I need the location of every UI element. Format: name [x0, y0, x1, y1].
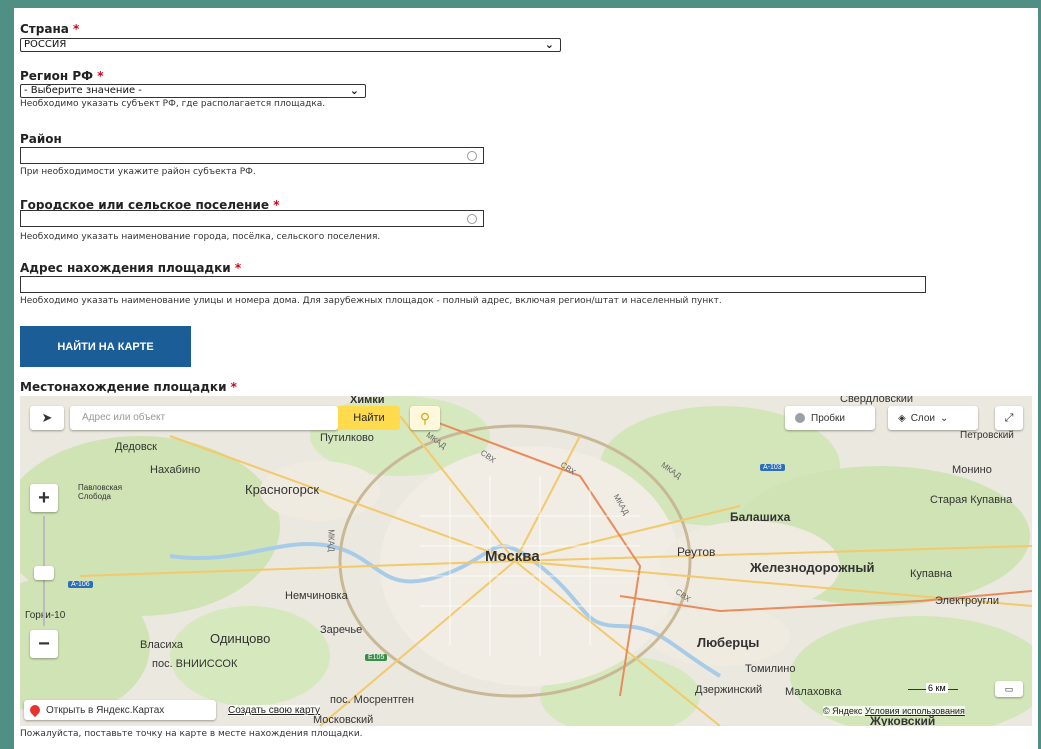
map-search-button[interactable]: Найти [338, 406, 400, 430]
map-label-putilkovo: Путилково [320, 432, 374, 444]
region-select-value: - Выберите значение - [24, 85, 142, 96]
map-label-malakhovka: Малаховка [785, 686, 842, 698]
traffic-light-icon [795, 413, 805, 423]
map-label-nakhabino: Нахабино [150, 464, 201, 476]
location-map[interactable]: Свердловский Химки Путилково Петровский … [20, 396, 1032, 726]
chevron-down-icon: ⌄ [544, 38, 554, 51]
ruler-button[interactable]: ▭ [995, 681, 1023, 697]
map-label-dedovsk: Дедовск [115, 441, 157, 453]
map-label-balashikha: Балашиха [730, 510, 791, 524]
road-shield-e105: E105 [365, 654, 388, 661]
district-hint: При необходимости укажите район субъекта… [20, 167, 256, 177]
map-label-khimki: Химки [350, 396, 385, 406]
district-label: Район [20, 132, 62, 146]
map-label-lyubertsy: Люберцы [697, 635, 760, 650]
form-panel: Страна * РОССИЯ ⌄ Регион РФ * - Выберите… [14, 8, 1038, 749]
zoom-in-button[interactable]: + [30, 484, 58, 512]
address-input[interactable] [20, 276, 926, 293]
map-pin-icon: ⚲ [419, 409, 431, 426]
map-label-moskovsky: Московский [313, 714, 374, 726]
layers-button-label: Слои [910, 412, 936, 424]
country-select[interactable]: РОССИЯ ⌄ [20, 38, 561, 52]
terms-link[interactable]: Условия использования [865, 706, 965, 716]
map-label-krasnogorsk: Красногорск [245, 482, 320, 497]
map-label-tomilino: Томилино [745, 663, 796, 675]
region-select[interactable]: - Выберите значение - ⌄ [20, 84, 366, 98]
map-label-zheleznodorozhny: Железнодорожный [750, 560, 875, 575]
map-label-odintsovo: Одинцово [210, 631, 271, 646]
minus-icon: − [38, 632, 50, 655]
settlement-input[interactable] [20, 210, 484, 227]
map-label-zarechye: Заречье [320, 624, 363, 636]
chevron-down-icon: ⌄ [940, 412, 949, 424]
location-label: Местонахождение площадки * [20, 380, 237, 394]
autocomplete-icon [467, 151, 477, 161]
map-label-elektrougli: Электроугли [935, 595, 999, 607]
map-pin-tool-button[interactable]: ⚲ [410, 406, 440, 430]
chevron-down-icon: ⌄ [349, 84, 359, 97]
traffic-button[interactable]: Пробки [785, 406, 875, 430]
country-select-value: РОССИЯ [24, 39, 67, 50]
yandex-pin-icon [27, 702, 43, 718]
zoom-out-button[interactable]: − [30, 630, 58, 658]
address-label: Адрес нахождения площадки * [20, 261, 242, 275]
country-label: Страна * [20, 22, 80, 36]
find-on-map-button[interactable]: НАЙТИ НА КАРТЕ [20, 326, 191, 367]
open-in-yandex-button[interactable]: Открыть в Яндекс.Картах [24, 700, 216, 720]
map-label-reutov: Реутов [677, 545, 716, 559]
road-shield-a106: А-106 [68, 581, 93, 588]
region-label: Регион РФ * [20, 69, 104, 83]
ruler-icon: ▭ [1004, 683, 1014, 694]
map-label-monino: Монино [952, 464, 992, 476]
geolocation-button[interactable]: ➤ [30, 406, 64, 430]
layers-icon: ◈ [898, 412, 906, 424]
layers-button[interactable]: ◈ Слои ⌄ [888, 406, 978, 430]
region-hint: Необходимо указать субъект РФ, где распо… [20, 99, 326, 109]
map-search-placeholder: Адрес или объект [82, 412, 166, 423]
district-input[interactable] [20, 147, 484, 164]
map-label-gorki10: Горки-10 [25, 610, 66, 621]
map-label-sverdlovsky: Свердловский [840, 396, 914, 405]
map-label-moskva: Москва [485, 548, 540, 565]
map-search-input[interactable]: Адрес или объект [70, 406, 338, 430]
settlement-hint: Необходимо указать наименование города, … [20, 232, 381, 242]
plus-icon: + [38, 486, 50, 509]
zoom-slider-handle[interactable] [34, 566, 54, 580]
map-label-staraya-kupavna: Старая Купавна [930, 494, 1013, 506]
map-label-nemchinovka: Немчиновка [285, 590, 348, 602]
address-hint: Необходимо указать наименование улицы и … [20, 296, 722, 306]
map-label-vniissok: пос. ВНИИССОК [152, 658, 238, 670]
traffic-button-label: Пробки [811, 412, 845, 424]
scale-label: 6 км [926, 683, 948, 693]
map-label-petrovsky: Петровский [960, 430, 1014, 441]
location-arrow-icon: ➤ [41, 410, 53, 425]
copyright-text: © Яндекс [823, 706, 863, 716]
road-shield-a103: А-103 [760, 464, 785, 471]
map-label-vlasikha: Власиха [140, 639, 184, 651]
map-label-kupavna: Купавна [910, 568, 953, 580]
fullscreen-button[interactable]: ⤢ [995, 406, 1023, 430]
expand-icon: ⤢ [1004, 411, 1014, 424]
map-label-pavlovskaya: Павловская Слобода [78, 483, 123, 501]
location-hint: Пожалуйста, поставьте точку на карте в м… [20, 729, 363, 739]
map-label-mosrentgen: пос. Мосрентген [330, 694, 414, 706]
map-label-dzerzhinsky: Дзержинский [695, 684, 763, 696]
map-copyright: © Яндекс Условия использования [823, 706, 965, 716]
create-map-link[interactable]: Создать свою карту [228, 705, 321, 716]
road-label-mkad-4: МКАД [326, 529, 336, 552]
autocomplete-icon [467, 214, 477, 224]
open-in-yandex-label: Открыть в Яндекс.Картах [46, 704, 165, 716]
